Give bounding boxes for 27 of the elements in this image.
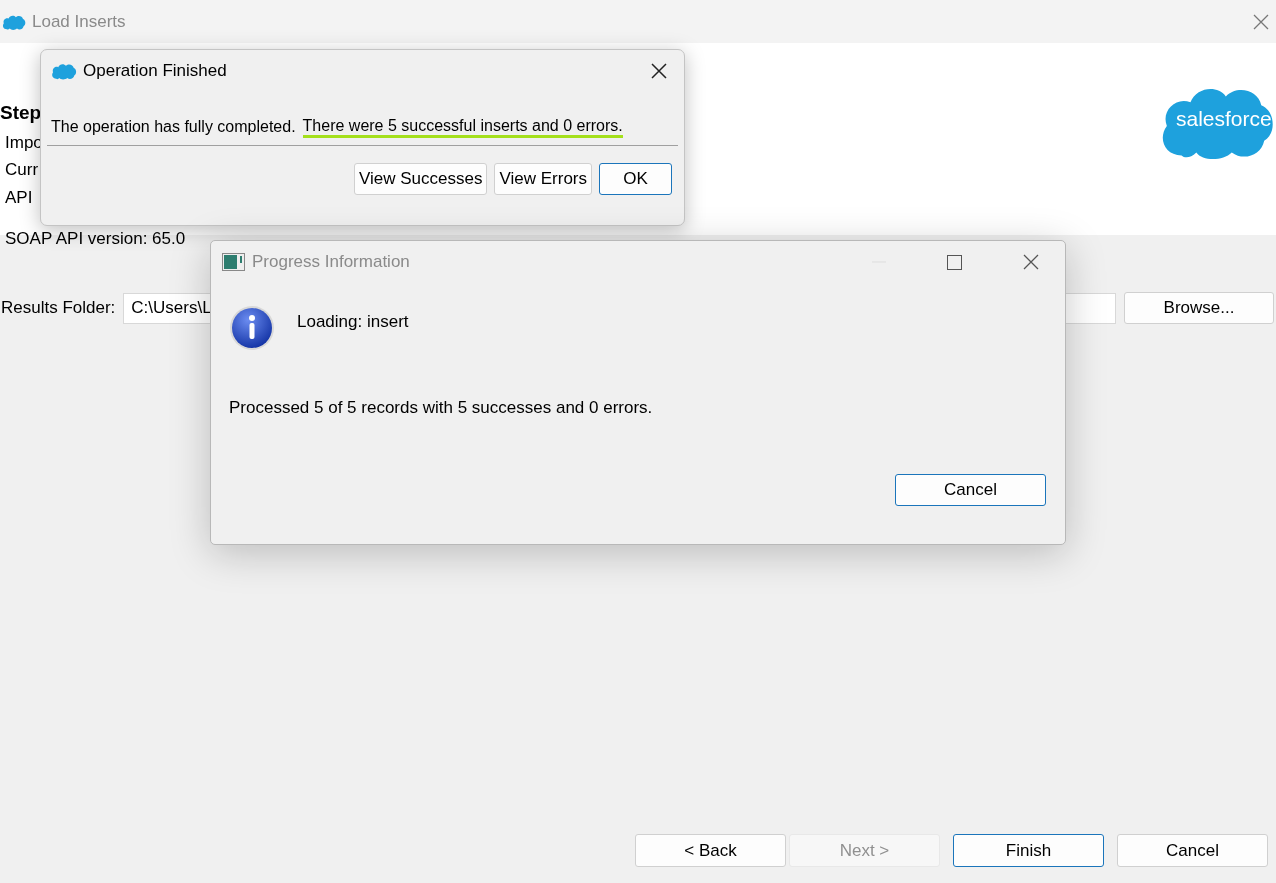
close-icon[interactable]	[1023, 254, 1039, 270]
info-line: Curr	[5, 159, 39, 181]
info-line: SOAP API version: 65.0	[5, 228, 186, 250]
status-text: Loading: insert	[297, 311, 409, 333]
dialog-button[interactable]: Finish	[953, 834, 1104, 867]
window-icon	[222, 253, 245, 271]
dialog-button[interactable]: View Successes	[354, 163, 488, 195]
progress-detail: Processed 5 of 5 records with 5 successes and 0 errors.	[228, 397, 654, 419]
dialog-button[interactable]: OK	[599, 163, 672, 195]
dialog-title: Operation Finished	[83, 60, 228, 83]
cloud-logo-icon	[51, 62, 77, 80]
close-icon[interactable]	[651, 63, 667, 79]
maximize-icon[interactable]	[947, 254, 962, 270]
window-title: Load Inserts	[32, 10, 127, 33]
logo-text: salesforce	[1176, 106, 1272, 132]
dialog-message: The operation has fully completed.	[51, 117, 296, 137]
field-label: Results Folder:	[0, 297, 116, 320]
dialog-button[interactable]: Cancel	[1117, 834, 1268, 867]
info-line: API	[5, 186, 33, 209]
highlighted-message: There were 5 successful inserts and 0 errors.	[302, 116, 623, 138]
step-heading: Step	[0, 101, 42, 125]
dialog-title: Progress Information	[252, 251, 411, 274]
browse-button[interactable]: Browse...	[1124, 292, 1274, 324]
cancel-button[interactable]: Cancel	[895, 473, 1046, 506]
info-icon	[229, 305, 275, 351]
dialog-button[interactable]: < Back	[635, 834, 786, 867]
dialog-button[interactable]: View Errors	[494, 163, 592, 195]
